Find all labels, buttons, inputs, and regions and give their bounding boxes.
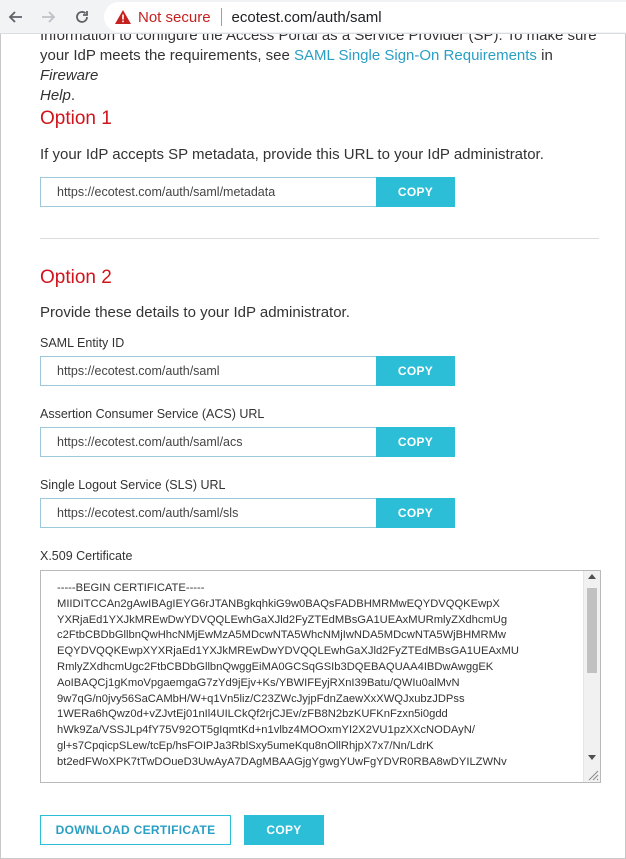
option2-heading: Option 2 bbox=[40, 267, 112, 288]
copy-sls-url-button[interactable]: COPY bbox=[376, 498, 455, 528]
intro-line-2: your IdP meets the requirements, see SAM… bbox=[40, 46, 610, 86]
option1-description: If your IdP accepts SP metadata, provide… bbox=[40, 146, 544, 163]
address-bar[interactable]: Not secure ecotest.com/auth/saml bbox=[104, 2, 626, 32]
omnibox-divider bbox=[220, 8, 222, 26]
certificate-textarea[interactable]: -----BEGIN CERTIFICATE----- MIIDITCCAn2gA… bbox=[40, 570, 601, 783]
page-content: Information to configure the Access Port… bbox=[0, 34, 626, 859]
help-title-part-1: Fireware bbox=[40, 67, 99, 84]
download-certificate-button[interactable]: DOWNLOAD CERTIFICATE bbox=[40, 815, 231, 845]
entity-id-field[interactable]: https://ecotest.com/auth/saml bbox=[40, 356, 377, 386]
certificate-line: hWk9Za/VSSJLp4fY75V92OT5gIqmtKd+n1vlbz4M… bbox=[57, 724, 475, 737]
forward-arrow-icon[interactable] bbox=[36, 5, 60, 29]
option2-description: Provide these details to your IdP admini… bbox=[40, 304, 350, 321]
option1-heading: Option 1 bbox=[40, 108, 112, 129]
warning-icon bbox=[115, 10, 131, 24]
saml-requirements-link[interactable]: SAML Single Sign-On Requirements bbox=[294, 47, 537, 64]
sls-url-label: Single Logout Service (SLS) URL bbox=[40, 478, 226, 492]
copy-metadata-button[interactable]: COPY bbox=[376, 177, 455, 207]
scroll-up-arrow-icon[interactable] bbox=[588, 574, 596, 579]
certificate-line: RmlyZXdhcmUgc2FtbCBDbGllbnQwggEiMA0GCSqG… bbox=[57, 660, 494, 673]
certificate-line: AoIBAQCj1gKmoVpgaemgaG7zYd9jEjv+Ks/YBWIF… bbox=[57, 676, 460, 689]
section-divider bbox=[40, 238, 599, 239]
scroll-down-arrow-icon[interactable] bbox=[588, 755, 596, 760]
intro-text: Information to configure the Access Port… bbox=[40, 34, 610, 106]
intro-line-3: Help. bbox=[40, 86, 610, 106]
copy-entity-id-button[interactable]: COPY bbox=[376, 356, 455, 386]
intro-mid: in bbox=[536, 47, 553, 64]
certificate-line: gl+s7CpqicpSLew/tcEp/hsFOIPJa3RblSxy5ume… bbox=[57, 739, 434, 752]
browser-toolbar: Not secure ecotest.com/auth/saml bbox=[0, 0, 626, 34]
certificate-text: -----BEGIN CERTIFICATE----- MIIDITCCAn2gA… bbox=[57, 581, 577, 771]
copy-certificate-button[interactable]: COPY bbox=[244, 815, 324, 845]
security-status[interactable]: Not secure bbox=[138, 9, 211, 26]
certificate-line: -----BEGIN CERTIFICATE----- bbox=[57, 582, 205, 594]
intro-end: . bbox=[70, 87, 76, 104]
intro-prefix: your IdP meets the requirements, see bbox=[40, 47, 295, 64]
copy-acs-url-button[interactable]: COPY bbox=[376, 427, 455, 457]
window-border-left bbox=[0, 34, 1, 859]
certificate-label: X.509 Certificate bbox=[40, 549, 133, 563]
acs-url-field[interactable]: https://ecotest.com/auth/saml/acs bbox=[40, 427, 377, 457]
back-arrow-icon[interactable] bbox=[4, 5, 28, 29]
certificate-line: YXRjaEd1YXJkMREwDwYDVQQLEwhGaXJld2FyZTEd… bbox=[57, 613, 508, 626]
reload-icon[interactable] bbox=[70, 5, 94, 29]
url-text[interactable]: ecotest.com/auth/saml bbox=[232, 9, 382, 26]
certificate-scrollbar[interactable] bbox=[583, 571, 600, 782]
certificate-line: MIIDITCCAn2gAwIBAgIEYG6rJTANBgkqhkiG9w0B… bbox=[57, 597, 500, 610]
intro-line-1: Information to configure the Access Port… bbox=[40, 34, 597, 44]
sls-url-field[interactable]: https://ecotest.com/auth/saml/sls bbox=[40, 498, 377, 528]
certificate-line: c2FtbCBDbGllbnQwHhcNMjEwMzA5MDcwNTA5WhcN… bbox=[57, 629, 506, 642]
certificate-line: 1WERa6hQwz0d+vZJvtEj01nIl4UILCkQf2rjCJEv… bbox=[57, 708, 448, 721]
certificate-line: bt2edFWoXPK7tTwDOueD3UwAyA7DAgMBAAGjgYgw… bbox=[57, 755, 507, 768]
scroll-thumb[interactable] bbox=[587, 588, 597, 673]
resize-grip-icon[interactable] bbox=[585, 767, 599, 781]
certificate-line: EQYDVQQKEwpXYXRjaEd1YXJkMREwDwYDVQQLEwhG… bbox=[57, 645, 519, 658]
acs-url-label: Assertion Consumer Service (ACS) URL bbox=[40, 407, 265, 421]
help-title-part-2: Help bbox=[40, 87, 71, 104]
certificate-line: 9w7qG/n0jvy56SaCAMbH/W+q1Vn5liz/C23ZWcJy… bbox=[57, 692, 465, 705]
entity-id-label: SAML Entity ID bbox=[40, 336, 125, 350]
metadata-url-field[interactable]: https://ecotest.com/auth/saml/metadata bbox=[40, 177, 377, 207]
